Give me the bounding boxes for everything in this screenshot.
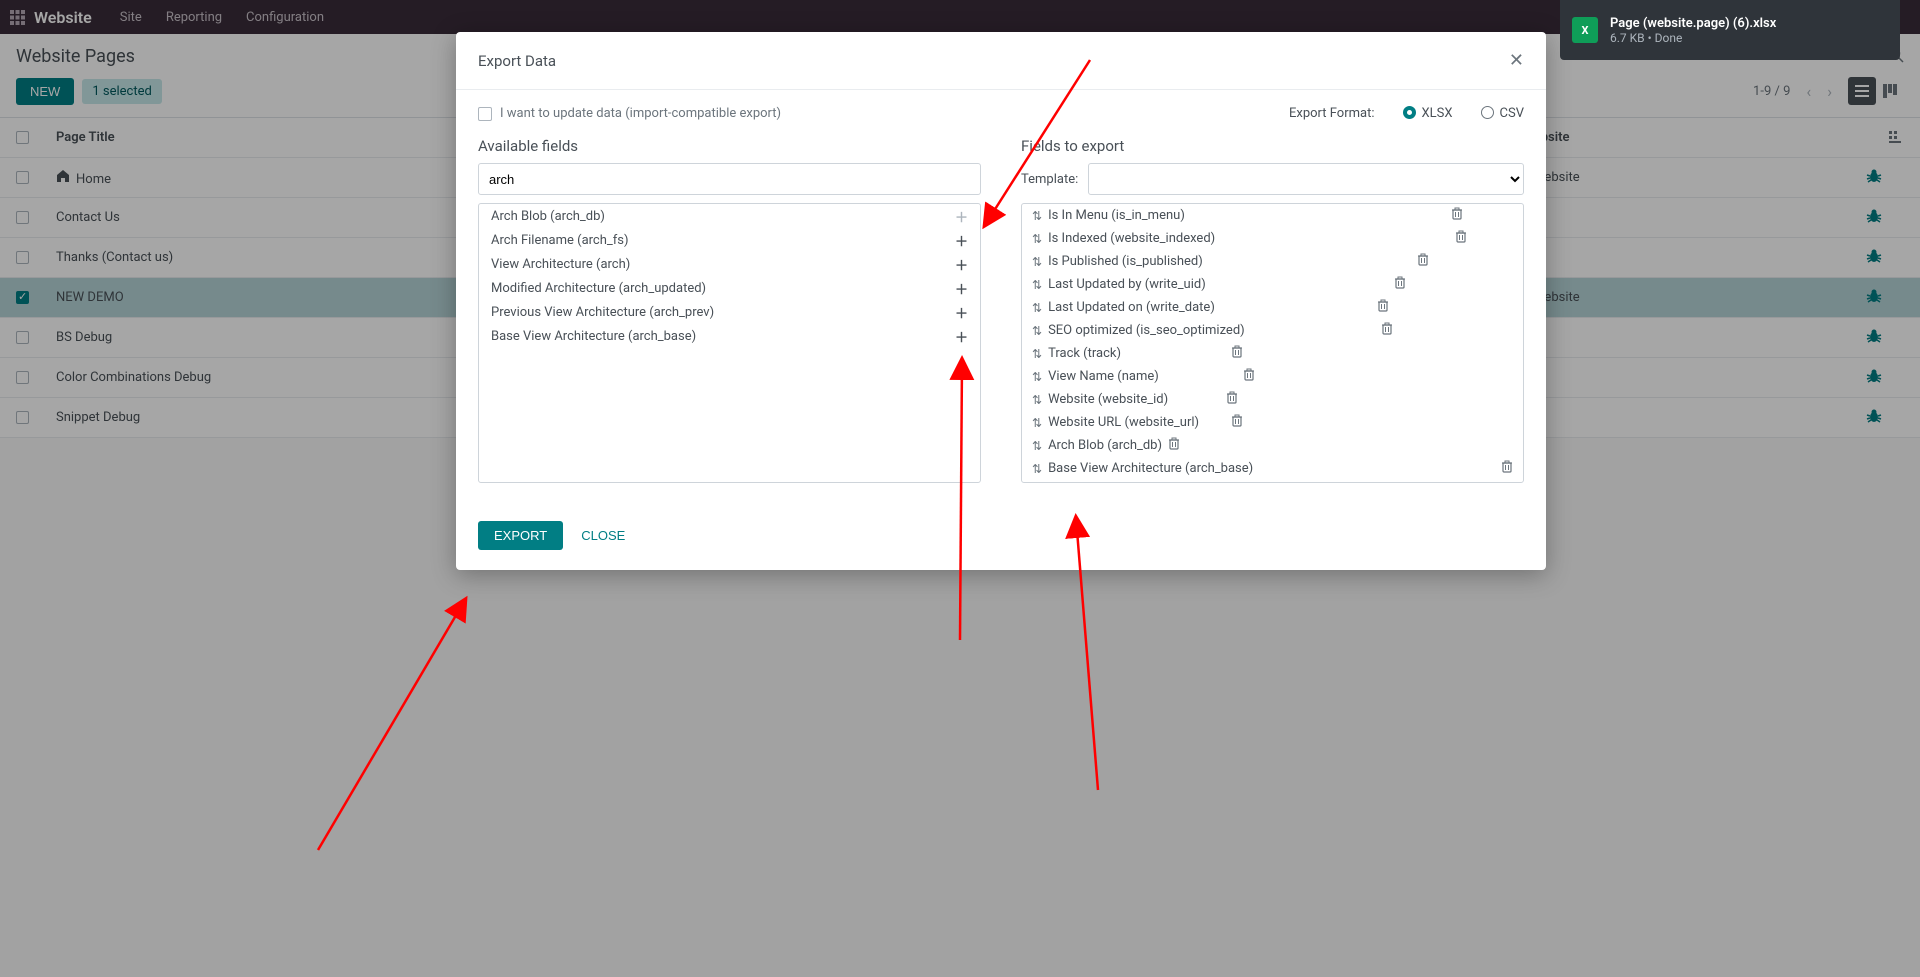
drag-handle-icon[interactable]: ⇅ (1032, 370, 1042, 384)
export-field-item[interactable]: ⇅ Is Indexed (website_indexed) (1022, 227, 1523, 250)
export-field-item[interactable]: ⇅ Base View Architecture (arch_base) (1022, 457, 1523, 480)
export-field-item[interactable]: ⇅ Last Updated on (write_date) (1022, 296, 1523, 319)
xlsx-file-icon: X (1572, 17, 1598, 43)
available-field-item[interactable]: Modified Architecture (arch_updated) ＋ (479, 276, 980, 300)
export-field-item[interactable]: ⇅ Is Published (is_published) (1022, 250, 1523, 273)
drag-handle-icon[interactable]: ⇅ (1032, 278, 1042, 292)
add-field-icon[interactable]: ＋ (955, 279, 968, 298)
remove-field-icon[interactable] (1377, 299, 1389, 316)
field-label: Modified Architecture (arch_updated) (491, 281, 706, 296)
export-fields-title: Fields to export (1021, 137, 1524, 155)
field-label: Is In Menu (is_in_menu) (1048, 208, 1185, 223)
fields-filter-input[interactable] (478, 163, 981, 195)
drag-handle-icon[interactable]: ⇅ (1032, 209, 1042, 223)
drag-handle-icon[interactable]: ⇅ (1032, 255, 1042, 269)
remove-field-icon[interactable] (1394, 276, 1406, 293)
field-label: Is Indexed (website_indexed) (1048, 231, 1215, 246)
drag-handle-icon[interactable]: ⇅ (1032, 416, 1042, 430)
field-label: SEO optimized (is_seo_optimized) (1048, 323, 1245, 338)
field-label: Track (track) (1048, 346, 1121, 361)
field-label: Is Published (is_published) (1048, 254, 1203, 269)
export-dialog: Export Data ✕ I want to update data (imp… (456, 32, 1546, 570)
available-field-item[interactable]: Previous View Architecture (arch_prev) ＋ (479, 300, 980, 324)
template-select[interactable] (1088, 163, 1524, 195)
available-field-item[interactable]: Arch Blob (arch_db) ＋ (479, 204, 980, 228)
field-label: Arch Filename (arch_fs) (491, 233, 629, 248)
drag-handle-icon[interactable]: ⇅ (1032, 324, 1042, 338)
download-filename: Page (website.page) (6).xlsx (1610, 16, 1776, 31)
field-label: Website URL (website_url) (1048, 415, 1199, 430)
field-label: Previous View Architecture (arch_prev) (491, 305, 714, 320)
export-field-item[interactable]: ⇅ Arch Blob (arch_db) (1022, 434, 1523, 457)
drag-handle-icon[interactable]: ⇅ (1032, 347, 1042, 361)
export-button[interactable]: EXPORT (478, 521, 563, 550)
export-field-item[interactable]: ⇅ View Name (name) (1022, 365, 1523, 388)
dialog-title: Export Data (478, 52, 556, 70)
remove-field-icon[interactable] (1243, 368, 1255, 385)
drag-handle-icon[interactable]: ⇅ (1032, 462, 1042, 476)
remove-field-icon[interactable] (1231, 414, 1243, 431)
field-label: Website (website_id) (1048, 392, 1168, 407)
import-compat-checkbox[interactable]: I want to update data (import-compatible… (478, 106, 781, 121)
add-field-icon[interactable]: ＋ (955, 255, 968, 274)
remove-field-icon[interactable] (1226, 391, 1238, 408)
drag-handle-icon[interactable]: ⇅ (1032, 393, 1042, 407)
template-label: Template: (1021, 172, 1078, 187)
add-field-icon[interactable]: ＋ (955, 303, 968, 322)
drag-handle-icon[interactable]: ⇅ (1032, 439, 1042, 453)
add-field-icon[interactable]: ＋ (955, 207, 968, 226)
remove-field-icon[interactable] (1417, 253, 1429, 270)
export-field-item[interactable]: ⇅ Last Updated by (write_uid) (1022, 273, 1523, 296)
export-field-item[interactable]: ⇅ SEO optimized (is_seo_optimized) (1022, 319, 1523, 342)
field-label: Arch Blob (arch_db) (1048, 438, 1162, 453)
export-field-item[interactable]: ⇅ Is In Menu (is_in_menu) (1022, 204, 1523, 227)
remove-field-icon[interactable] (1501, 460, 1513, 477)
remove-field-icon[interactable] (1451, 207, 1463, 224)
field-label: Base View Architecture (arch_base) (491, 329, 696, 344)
format-xlsx-radio[interactable]: XLSX (1403, 106, 1453, 121)
field-label: Base View Architecture (arch_base) (1048, 461, 1253, 476)
field-label: Arch Blob (arch_db) (491, 209, 605, 224)
add-field-icon[interactable]: ＋ (955, 327, 968, 346)
remove-field-icon[interactable] (1455, 230, 1467, 247)
export-fields-list: ⇅ Is In Menu (is_in_menu) ⇅ Is Indexed (web… (1021, 203, 1524, 483)
field-label: View Name (name) (1048, 369, 1159, 384)
remove-field-icon[interactable] (1168, 437, 1180, 454)
available-fields-list: Arch Blob (arch_db)＋Arch Filename (arch_… (478, 203, 981, 483)
export-field-item[interactable]: ⇅ Website URL (website_url) (1022, 411, 1523, 434)
export-field-item[interactable]: ⇅ Track (track) (1022, 342, 1523, 365)
remove-field-icon[interactable] (1231, 345, 1243, 362)
field-label: Last Updated on (write_date) (1048, 300, 1215, 315)
export-format-label: Export Format: (1289, 106, 1375, 121)
close-icon[interactable]: ✕ (1509, 50, 1524, 71)
drag-handle-icon[interactable]: ⇅ (1032, 301, 1042, 315)
checkbox-icon (478, 107, 492, 121)
format-csv-radio[interactable]: CSV (1481, 106, 1524, 121)
available-field-item[interactable]: Arch Filename (arch_fs) ＋ (479, 228, 980, 252)
export-field-item[interactable]: ⇅ Website (website_id) (1022, 388, 1523, 411)
download-status: 6.7 KB • Done (1610, 31, 1776, 45)
download-toast[interactable]: X Page (website.page) (6).xlsx 6.7 KB • … (1560, 0, 1900, 60)
field-label: View Architecture (arch) (491, 257, 630, 272)
available-field-item[interactable]: Base View Architecture (arch_base) ＋ (479, 324, 980, 348)
radio-icon (1481, 106, 1494, 119)
add-field-icon[interactable]: ＋ (955, 231, 968, 250)
remove-field-icon[interactable] (1381, 322, 1393, 339)
drag-handle-icon[interactable]: ⇅ (1032, 232, 1042, 246)
available-field-item[interactable]: View Architecture (arch) ＋ (479, 252, 980, 276)
close-button[interactable]: CLOSE (581, 528, 625, 543)
radio-checked-icon (1403, 106, 1416, 119)
available-fields-title: Available fields (478, 137, 981, 155)
field-label: Last Updated by (write_uid) (1048, 277, 1206, 292)
